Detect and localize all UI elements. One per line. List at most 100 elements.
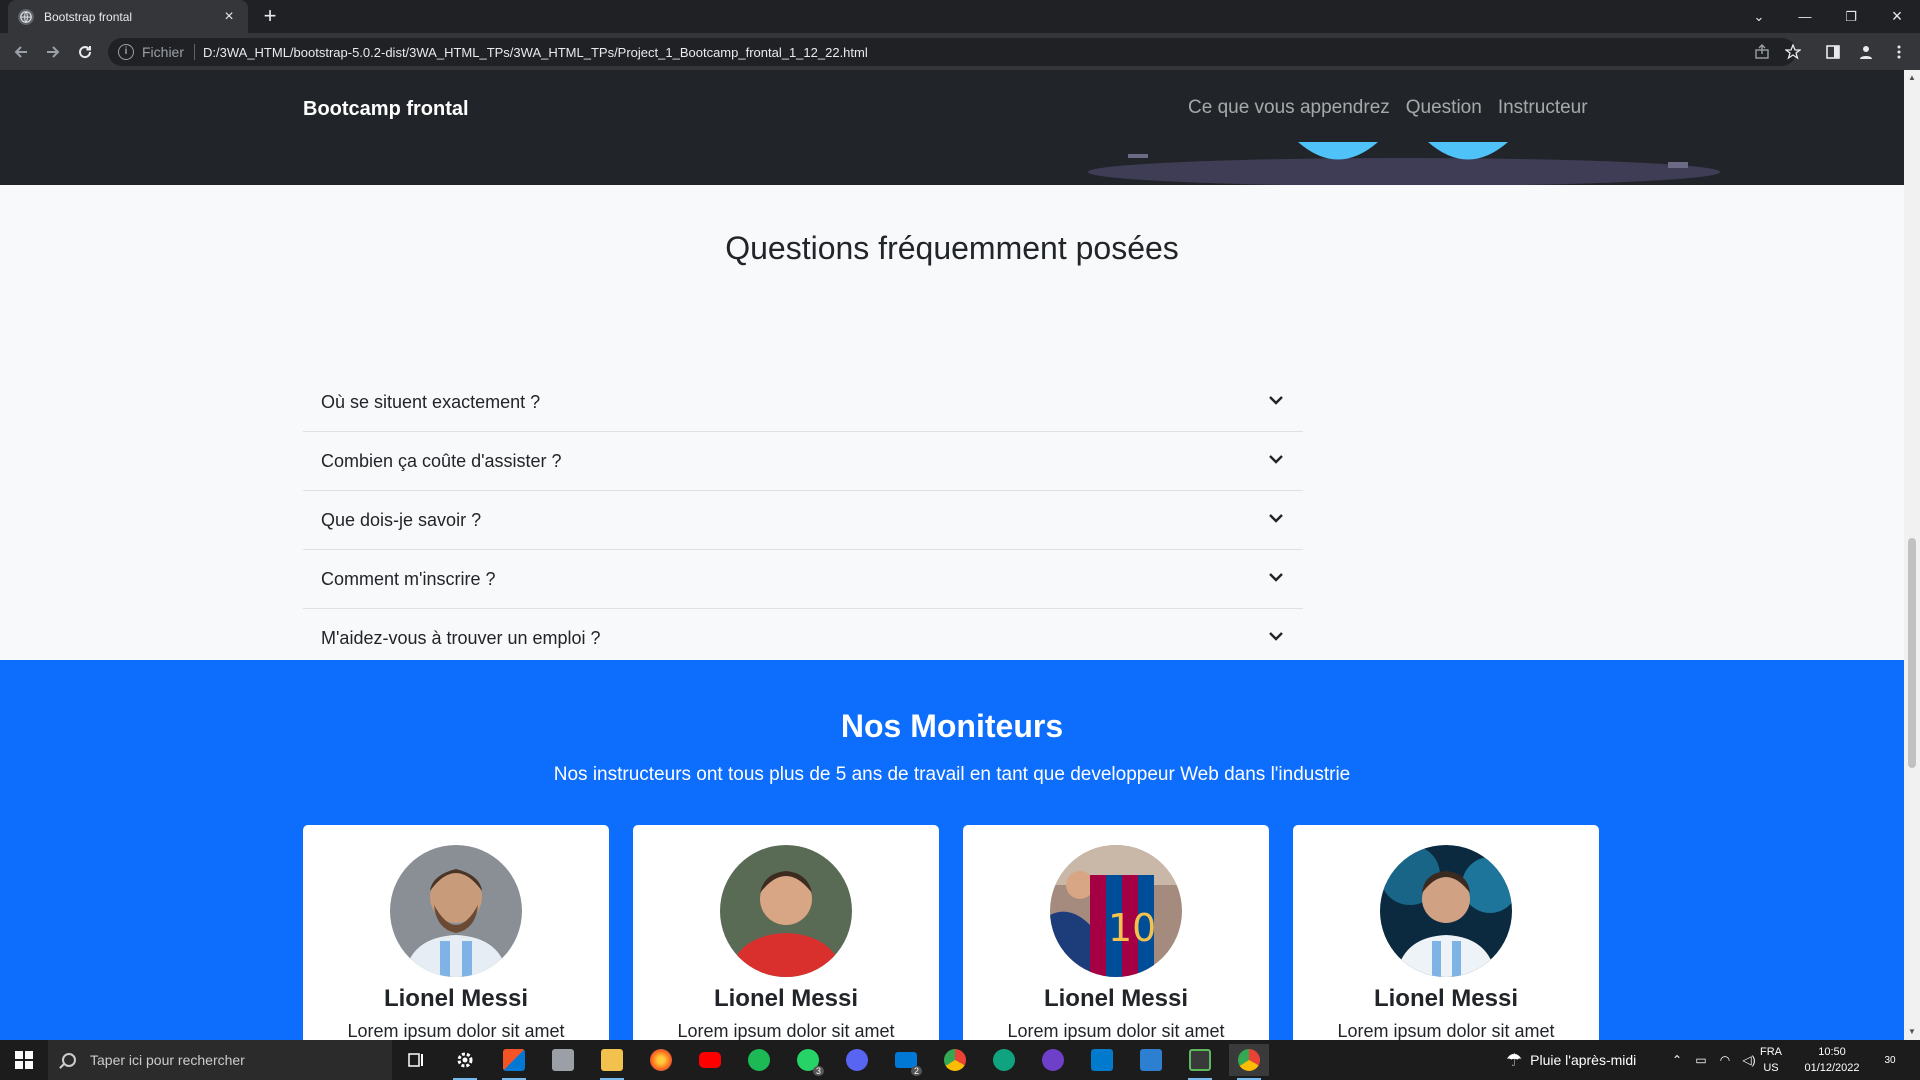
avatar <box>390 845 522 977</box>
nav-link-learn[interactable]: Ce que vous appendrez <box>1188 97 1390 119</box>
volume-icon[interactable]: ◁) <box>1738 1040 1760 1080</box>
address-bar[interactable]: i Fichier D:/3WA_HTML/bootstrap-5.0.2-di… <box>108 38 1796 66</box>
settings-gear-icon[interactable] <box>445 1044 485 1080</box>
faq-question: Combien ça coûte d'assister ? <box>321 450 562 471</box>
chatgpt-icon[interactable] <box>984 1044 1024 1076</box>
faq-item[interactable]: Où se situent exactement ? <box>303 373 1303 432</box>
avatar: 10 <box>1050 845 1182 977</box>
menu-kebab-icon[interactable] <box>1890 43 1908 61</box>
chevron-down-icon <box>1267 627 1285 650</box>
search-placeholder: Taper ici pour rechercher <box>90 1052 245 1068</box>
clock-date: 01/12/2022 <box>1804 1062 1860 1074</box>
faq-question: M'aidez-vous à trouver un emploi ? <box>321 628 601 648</box>
notification-count: 30 <box>1884 1054 1896 1066</box>
search-icon <box>62 1053 76 1067</box>
spotify-icon[interactable] <box>739 1044 779 1076</box>
nav-link-instructor[interactable]: Instructeur <box>1498 97 1588 119</box>
faq-item[interactable]: Que dois-je savoir ? <box>303 491 1303 550</box>
instructor-text: Lorem ipsum dolor sit amet <box>1337 1021 1555 1040</box>
tab-search-icon[interactable]: ⌄ <box>1736 0 1782 33</box>
start-button[interactable] <box>0 1040 48 1080</box>
chevron-down-icon <box>1267 450 1285 473</box>
image-viewer-icon[interactable] <box>1131 1044 1171 1076</box>
scroll-up-icon[interactable]: ▲ <box>1908 74 1916 82</box>
instructor-card: 10 Lionel Messi Lorem ipsum dolor sit am… <box>963 825 1269 1040</box>
photos-icon[interactable] <box>543 1044 583 1076</box>
nav-link-question[interactable]: Question <box>1406 97 1482 119</box>
instructor-card: Lionel Messi Lorem ipsum dolor sit amet <box>1293 825 1599 1040</box>
browser-tab-strip: Bootstrap frontal × + ⌄ — ❐ × <box>0 0 1920 33</box>
profile-icon[interactable] <box>1857 43 1875 61</box>
faq-item[interactable]: Comment m'inscrire ? <box>303 550 1303 609</box>
svg-text:10: 10 <box>1108 906 1156 950</box>
share-icon[interactable] <box>1753 43 1771 61</box>
battery-icon[interactable]: ▭ <box>1690 1040 1712 1080</box>
chrome-active-icon[interactable] <box>1229 1044 1269 1080</box>
system-clock[interactable]: 10:50 01/12/2022 <box>1800 1044 1864 1076</box>
browser-tab[interactable]: Bootstrap frontal × <box>8 0 248 33</box>
chevron-up-icon[interactable]: ⌃ <box>1668 1040 1686 1080</box>
store-icon[interactable] <box>494 1044 534 1080</box>
info-icon[interactable]: i <box>118 44 134 60</box>
chevron-down-icon <box>1267 391 1285 414</box>
github-icon[interactable] <box>1033 1044 1073 1076</box>
scroll-thumb[interactable] <box>1908 538 1916 768</box>
instructor-text: Lorem ipsum dolor sit amet <box>1007 1021 1225 1040</box>
keyboard-layout: US <box>1763 1062 1779 1074</box>
scroll-down-icon[interactable]: ▼ <box>1908 1028 1916 1036</box>
chrome-icon[interactable] <box>935 1044 975 1076</box>
scheme-label: Fichier <box>142 44 185 60</box>
faq-accordion: Où se situent exactement ? Combien ça co… <box>303 373 1303 668</box>
browser-toolbar: i Fichier D:/3WA_HTML/bootstrap-5.0.2-di… <box>0 33 1920 70</box>
file-explorer-icon[interactable] <box>592 1044 632 1080</box>
page-scrollbar[interactable]: ▲ ▼ <box>1904 70 1920 1040</box>
vscode-icon[interactable] <box>1082 1044 1122 1076</box>
faq-question: Que dois-je savoir ? <box>321 509 482 530</box>
site-navbar: Bootcamp frontal Ce que vous appendrez Q… <box>0 70 1904 185</box>
weather-text: Pluie l'après-midi <box>1530 1052 1637 1068</box>
instructor-name: Lionel Messi <box>1043 985 1189 1012</box>
new-tab-button[interactable]: + <box>258 5 282 29</box>
instructors-subtitle: Nos instructeurs ont tous plus de 5 ans … <box>553 764 1351 785</box>
task-view-icon[interactable] <box>396 1044 436 1076</box>
faq-question: Où se situent exactement ? <box>321 391 541 412</box>
whatsapp-icon[interactable]: 3 <box>788 1044 828 1076</box>
mail-badge: 2 <box>910 1066 922 1076</box>
youtube-icon[interactable] <box>690 1044 730 1076</box>
instructors-section: Nos Moniteurs Nos instructeurs ont tous … <box>0 660 1904 1040</box>
instructor-name: Lionel Messi <box>1373 985 1519 1012</box>
weather-widget[interactable]: ☂ Pluie l'après-midi <box>1506 1040 1636 1080</box>
tab-title: Bootstrap frontal <box>44 9 133 24</box>
bookmark-star-icon[interactable] <box>1784 43 1802 61</box>
mail-icon[interactable]: 2 <box>886 1044 926 1076</box>
instructor-text: Lorem ipsum dolor sit amet <box>677 1021 895 1040</box>
navbar-links: Ce que vous appendrez Question Instructe… <box>1188 97 1588 119</box>
close-window-button[interactable]: × <box>1874 0 1920 33</box>
page-viewport: Bootcamp frontal Ce que vous appendrez Q… <box>0 70 1904 1040</box>
notification-center-icon[interactable]: 30 <box>1876 1046 1904 1074</box>
restore-button[interactable]: ❐ <box>1828 0 1874 33</box>
chevron-down-icon <box>1267 568 1285 591</box>
back-button[interactable] <box>8 39 34 65</box>
minimize-button[interactable]: — <box>1782 0 1828 33</box>
close-tab-icon[interactable]: × <box>220 8 238 26</box>
navbar-brand[interactable]: Bootcamp frontal <box>303 98 469 121</box>
instructor-card: Lionel Messi Lorem ipsum dolor sit amet <box>633 825 939 1040</box>
forward-button[interactable] <box>40 39 66 65</box>
side-panel-icon[interactable] <box>1824 43 1842 61</box>
globe-icon <box>18 8 34 25</box>
language-indicator[interactable]: FRA US <box>1760 1044 1782 1076</box>
calculator-icon[interactable] <box>1180 1044 1220 1080</box>
url-text[interactable]: D:/3WA_HTML/bootstrap-5.0.2-dist/3WA_HTM… <box>203 45 868 60</box>
reload-button[interactable] <box>72 39 98 65</box>
faq-item[interactable]: Combien ça coûte d'assister ? <box>303 432 1303 491</box>
discord-icon[interactable] <box>837 1044 877 1076</box>
wifi-icon[interactable]: ◠ <box>1714 1040 1736 1080</box>
chevron-down-icon <box>1267 509 1285 532</box>
instructor-name: Lionel Messi <box>713 985 859 1012</box>
taskbar-search[interactable]: Taper ici pour rechercher <box>48 1040 392 1080</box>
instructors-title: Nos Moniteurs <box>840 708 1064 744</box>
firefox-icon[interactable] <box>641 1044 681 1076</box>
instructor-card: Lionel Messi Lorem ipsum dolor sit amet <box>303 825 609 1040</box>
avatar <box>1380 845 1512 977</box>
